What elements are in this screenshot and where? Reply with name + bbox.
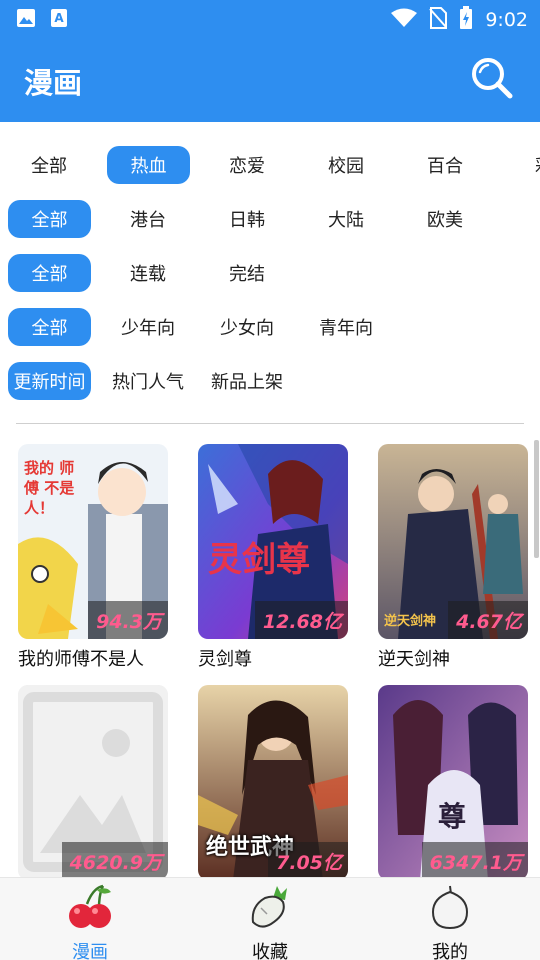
comic-card[interactable]: 尊 6347.1万 (378, 685, 528, 877)
sort-chip-popular[interactable]: 热门人气 (107, 362, 189, 400)
nav-tab-comics[interactable]: 漫画 (30, 884, 150, 960)
cover-title-text: 我的 师傅 不是人！ (24, 459, 75, 517)
cherries-icon (67, 884, 113, 934)
cover-title-text: 尊 (438, 800, 467, 833)
audience-filter-row: 全部 少年向 少女向 青年向 (0, 308, 540, 348)
cover-title-text: 灵剑尊 (208, 540, 310, 580)
comic-grid: 我的 师傅 不是人！ 94.3万 我的师傅不是人 灵剑尊 12.68亿 灵剑尊 (0, 424, 540, 877)
battery-charging-icon (459, 6, 473, 34)
comic-card[interactable]: 我的 师傅 不是人！ 94.3万 我的师傅不是人 (18, 444, 168, 671)
audience-chip-seinen[interactable]: 青年向 (305, 308, 387, 346)
sort-chip-update-time[interactable]: 更新时间 (8, 362, 91, 400)
search-button[interactable] (466, 54, 518, 106)
comic-cover: 灵剑尊 12.68亿 (198, 444, 348, 639)
region-chip-jpkr[interactable]: 日韩 (206, 200, 288, 238)
nav-tab-label: 收藏 (252, 942, 288, 960)
comic-card[interactable]: 绝世武神 7.05亿 (198, 685, 348, 877)
region-chip-western[interactable]: 欧美 (404, 200, 486, 238)
status-time: 9:02 (485, 9, 528, 31)
view-count: 12.68亿 (254, 601, 348, 639)
app-bar: 漫画 (0, 36, 540, 122)
comic-title: 灵剑尊 (198, 649, 252, 670)
comic-title: 逆天剑神 (378, 649, 450, 670)
status-chip-ongoing[interactable]: 连载 (107, 254, 189, 292)
nav-tab-label: 我的 (432, 942, 468, 960)
view-count: 6347.1万 (421, 842, 528, 877)
audience-chip-shoujo[interactable]: 少女向 (206, 308, 288, 346)
status-bar: A 9:02 (0, 0, 540, 36)
genre-chip-yuri[interactable]: 百合 (404, 146, 486, 184)
genre-chip-all[interactable]: 全部 (8, 146, 90, 184)
cover-title-text: 逆天剑神 (384, 614, 437, 629)
svg-text:A: A (54, 11, 64, 25)
radish-icon (247, 884, 293, 934)
comic-card[interactable]: 逆天剑神 4.67亿 逆天剑神 (378, 444, 528, 671)
comic-cover: 绝世武神 7.05亿 (198, 685, 348, 877)
sort-chip-new[interactable]: 新品上架 (206, 362, 288, 400)
sort-filter-row: 更新时间 热门人气 新品上架 (0, 362, 540, 402)
genre-chip-more[interactable]: 彩 (503, 146, 540, 184)
audience-chip-all[interactable]: 全部 (8, 308, 91, 346)
view-count: 4.67亿 (448, 601, 528, 639)
genre-chip-campus[interactable]: 校园 (305, 146, 387, 184)
search-icon (470, 56, 514, 104)
page-title: 漫画 (24, 66, 83, 100)
wifi-icon (391, 8, 418, 32)
filter-panel: 全部 热血 恋爱 校园 百合 彩 全部 港台 日韩 大陆 欧美 全部 连载 完结… (0, 122, 540, 422)
scrollbar-thumb[interactable] (534, 440, 539, 558)
status-chip-completed[interactable]: 完结 (206, 254, 288, 292)
audience-chip-shounen[interactable]: 少年向 (107, 308, 189, 346)
nav-tab-profile[interactable]: 我的 (390, 884, 510, 960)
view-count: 94.3万 (88, 601, 168, 639)
status-chip-all[interactable]: 全部 (8, 254, 91, 292)
view-count: 4620.9万 (61, 842, 168, 877)
view-count: 7.05亿 (268, 842, 348, 877)
nav-tab-favorites[interactable]: 收藏 (210, 884, 330, 960)
comic-cover: 我的 师傅 不是人！ 94.3万 (18, 444, 168, 639)
genre-chip-romance[interactable]: 恋爱 (206, 146, 288, 184)
bottom-nav: 漫画 收藏 我的 (0, 877, 540, 960)
region-chip-all[interactable]: 全部 (8, 200, 91, 238)
region-chip-mainland[interactable]: 大陆 (305, 200, 387, 238)
comic-cover: 4620.9万 (18, 685, 168, 877)
status-filter-row: 全部 连载 完结 (0, 254, 540, 294)
nav-tab-label: 漫画 (72, 942, 108, 960)
region-filter-row: 全部 港台 日韩 大陆 欧美 (0, 200, 540, 240)
comic-cover: 尊 6347.1万 (378, 685, 528, 877)
app-notification-icon: A (50, 8, 68, 32)
comic-card[interactable]: 灵剑尊 12.68亿 灵剑尊 (198, 444, 348, 671)
genre-chip-hot-blood[interactable]: 热血 (107, 146, 190, 184)
genre-filter-row: 全部 热血 恋爱 校园 百合 彩 (0, 146, 540, 186)
no-sim-icon (429, 7, 448, 33)
comic-title: 我的师傅不是人 (18, 649, 144, 670)
gallery-notification-icon (16, 8, 36, 32)
region-chip-hktw[interactable]: 港台 (107, 200, 189, 238)
comic-cover: 逆天剑神 4.67亿 (378, 444, 528, 639)
onion-icon (427, 884, 473, 934)
comic-card[interactable]: 4620.9万 (18, 685, 168, 877)
